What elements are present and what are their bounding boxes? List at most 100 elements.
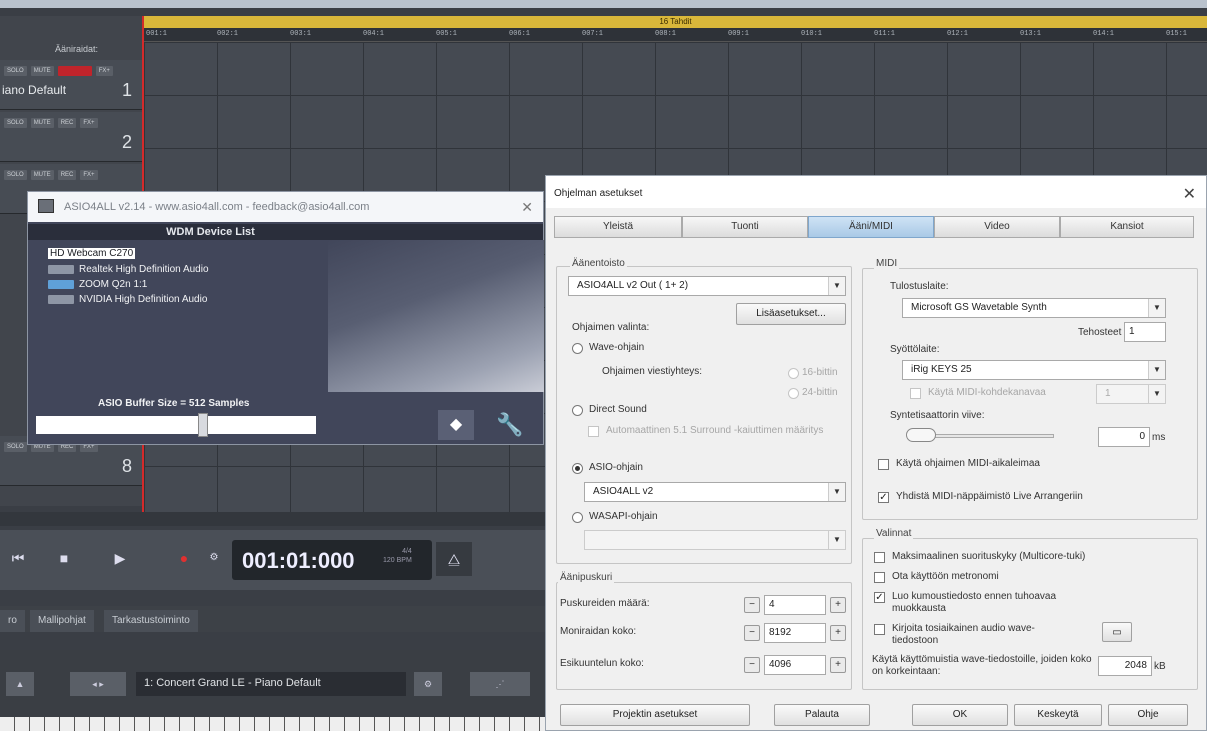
instrument-left-button[interactable]: ▲ xyxy=(6,672,34,696)
options-group-label: Valinnat xyxy=(874,528,914,539)
surround-checkbox[interactable] xyxy=(588,426,599,437)
solo-button[interactable]: SOLO xyxy=(4,118,27,128)
device-toggle-icon[interactable] xyxy=(48,264,74,274)
record-button[interactable] xyxy=(57,66,92,76)
solo-button[interactable]: SOLO xyxy=(4,442,27,452)
midi-output-select[interactable]: Microsoft GS Wavetable Synth ▼ xyxy=(902,298,1166,318)
cancel-button[interactable]: Keskeytä xyxy=(1014,704,1102,726)
fx-button[interactable]: FX+ xyxy=(80,118,98,128)
tab-video[interactable]: Video xyxy=(934,216,1060,238)
tab-import[interactable]: Tuonti xyxy=(682,216,808,238)
wasapi-driver-radio[interactable] xyxy=(572,512,583,523)
piano-keyboard[interactable] xyxy=(0,717,560,731)
midi-channel-select[interactable]: 1 ▼ xyxy=(1096,384,1166,404)
write-audio-checkbox[interactable] xyxy=(874,624,885,635)
play-icon[interactable]: ▶ xyxy=(102,540,138,576)
preview-size-field[interactable]: 4096 xyxy=(764,655,826,675)
buffer-size-slider[interactable] xyxy=(36,413,316,437)
asio-device-select[interactable]: ASIO4ALL v2 ▼ xyxy=(584,482,846,502)
mute-button[interactable]: MUTE xyxy=(30,118,54,128)
horizontal-scrollbar[interactable] xyxy=(0,512,560,526)
midi-input-select[interactable]: iRig KEYS 25 ▼ xyxy=(902,360,1166,380)
ruler-bar[interactable]: 16 Tahdit xyxy=(144,16,1207,28)
instrument-select[interactable]: 1: Concert Grand LE - Piano Default xyxy=(136,672,406,696)
device-item[interactable]: HD Webcam C270 xyxy=(48,246,136,260)
time-value: 001:01:000 xyxy=(242,548,355,573)
advanced-settings-button[interactable]: Lisäasetukset... xyxy=(736,303,846,325)
ruler-tick: 002:1 xyxy=(217,30,239,38)
instrument-prev-next[interactable]: ◂ ▸ xyxy=(70,672,126,696)
device-item[interactable]: Realtek High Definition Audio xyxy=(48,262,209,276)
write-audio-label: Kirjoita tosiaikainen audio wave-tiedost… xyxy=(892,623,1035,646)
rewind-icon[interactable]: ⏮ xyxy=(0,540,36,576)
tab-general[interactable]: Yleistä xyxy=(554,216,682,238)
buffer-count-decrement[interactable]: − xyxy=(744,597,760,613)
close-icon[interactable]: ✕ xyxy=(521,199,533,216)
effects-field[interactable]: 1 xyxy=(1124,322,1166,342)
buffer-count-field[interactable]: 4 xyxy=(764,595,826,615)
device-toggle-icon[interactable] xyxy=(48,294,74,304)
metronome-checkbox[interactable] xyxy=(874,572,885,583)
fx-button[interactable]: FX+ xyxy=(95,66,113,76)
solo-button[interactable]: SOLO xyxy=(4,66,27,76)
slider-thumb[interactable] xyxy=(198,413,208,437)
arpeggiator-icon[interactable]: ⋰ xyxy=(470,672,530,696)
reset-button[interactable]: Palauta xyxy=(774,704,870,726)
asio-driver-radio[interactable] xyxy=(572,463,583,474)
buffer-count-increment[interactable]: + xyxy=(830,597,846,613)
wave-driver-radio[interactable] xyxy=(572,343,583,354)
tab-templates[interactable]: Mallipohjat xyxy=(30,610,94,632)
instrument-settings-icon[interactable]: ⚙ xyxy=(414,672,442,696)
latency-field[interactable]: 0 xyxy=(1098,427,1150,447)
mute-button[interactable]: MUTE xyxy=(30,170,54,180)
mute-button[interactable]: MUTE xyxy=(30,66,54,76)
metronome-icon[interactable]: ⧋ xyxy=(436,542,472,576)
record-button[interactable]: REC xyxy=(57,170,77,180)
use-midi-channel-checkbox[interactable] xyxy=(910,388,921,399)
help-button[interactable]: Ohje xyxy=(1108,704,1188,726)
tab-folders[interactable]: Kansiot xyxy=(1060,216,1194,238)
direct-sound-radio[interactable] xyxy=(572,405,583,416)
settings-icon[interactable]: ⚙ xyxy=(196,540,232,576)
tab-audio-midi[interactable]: Ääni/MIDI xyxy=(808,216,934,238)
stop-icon[interactable]: ■ xyxy=(46,540,82,576)
latency-slider-track[interactable] xyxy=(918,434,1054,438)
bit16-radio[interactable] xyxy=(788,368,799,379)
multitrack-size-increment[interactable]: + xyxy=(830,625,846,641)
preview-size-decrement[interactable]: − xyxy=(744,657,760,673)
multitrack-size-field[interactable]: 8192 xyxy=(764,623,826,643)
device-item[interactable]: ZOOM Q2n 1:1 xyxy=(48,277,147,291)
playback-device-select[interactable]: ASIO4ALL v2 Out ( 1+ 2) ▼ xyxy=(568,276,846,296)
undo-file-checkbox[interactable]: ✓ xyxy=(874,592,885,603)
track-header[interactable]: SOLO MUTE FX+ iano Default 1 xyxy=(0,60,144,110)
time-ruler[interactable]: 001:1 002:1 003:1 004:1 005:1 006:1 007:… xyxy=(144,28,1207,42)
wasapi-device-select[interactable]: ▼ xyxy=(584,530,846,550)
midi-timestamp-checkbox[interactable] xyxy=(878,459,889,470)
tab-inspector[interactable]: Tarkastustoiminto xyxy=(104,610,198,632)
track-header[interactable]: SOLO MUTE REC FX+ 2 xyxy=(0,112,144,162)
tab-bottom-0[interactable]: ro xyxy=(0,610,25,632)
advanced-options-icon[interactable]: ◆ xyxy=(438,410,474,440)
ok-button[interactable]: OK xyxy=(912,704,1008,726)
wrench-icon[interactable]: 🔧 xyxy=(485,410,535,440)
memory-field[interactable]: 2048 xyxy=(1098,656,1152,676)
bit16-label: 16-bittin xyxy=(802,367,838,378)
folder-icon[interactable]: ▭ xyxy=(1102,622,1132,642)
device-toggle-icon[interactable] xyxy=(48,279,74,289)
bit24-radio[interactable] xyxy=(788,388,799,399)
latency-slider-thumb[interactable] xyxy=(906,428,936,442)
close-icon[interactable]: ✕ xyxy=(1183,184,1196,204)
fx-button[interactable]: FX+ xyxy=(80,170,98,180)
project-settings-button[interactable]: Projektin asetukset xyxy=(560,704,750,726)
dialog-title-bar[interactable]: Ohjelman asetukset ✕ xyxy=(546,176,1206,208)
wave-driver-label: Wave-ohjain xyxy=(589,342,645,353)
multitrack-size-decrement[interactable]: − xyxy=(744,625,760,641)
record-button[interactable]: REC xyxy=(57,118,77,128)
asio-title-bar[interactable]: ASIO4ALL v2.14 - www.asio4all.com - feed… xyxy=(28,192,543,222)
max-performance-checkbox[interactable] xyxy=(874,552,885,563)
preview-size-increment[interactable]: + xyxy=(830,657,846,673)
solo-button[interactable]: SOLO xyxy=(4,170,27,180)
connect-keyboard-checkbox[interactable]: ✓ xyxy=(878,492,889,503)
tracks-label[interactable]: Ääniraidat: xyxy=(55,44,98,54)
device-item[interactable]: NVIDIA High Definition Audio xyxy=(48,292,207,306)
